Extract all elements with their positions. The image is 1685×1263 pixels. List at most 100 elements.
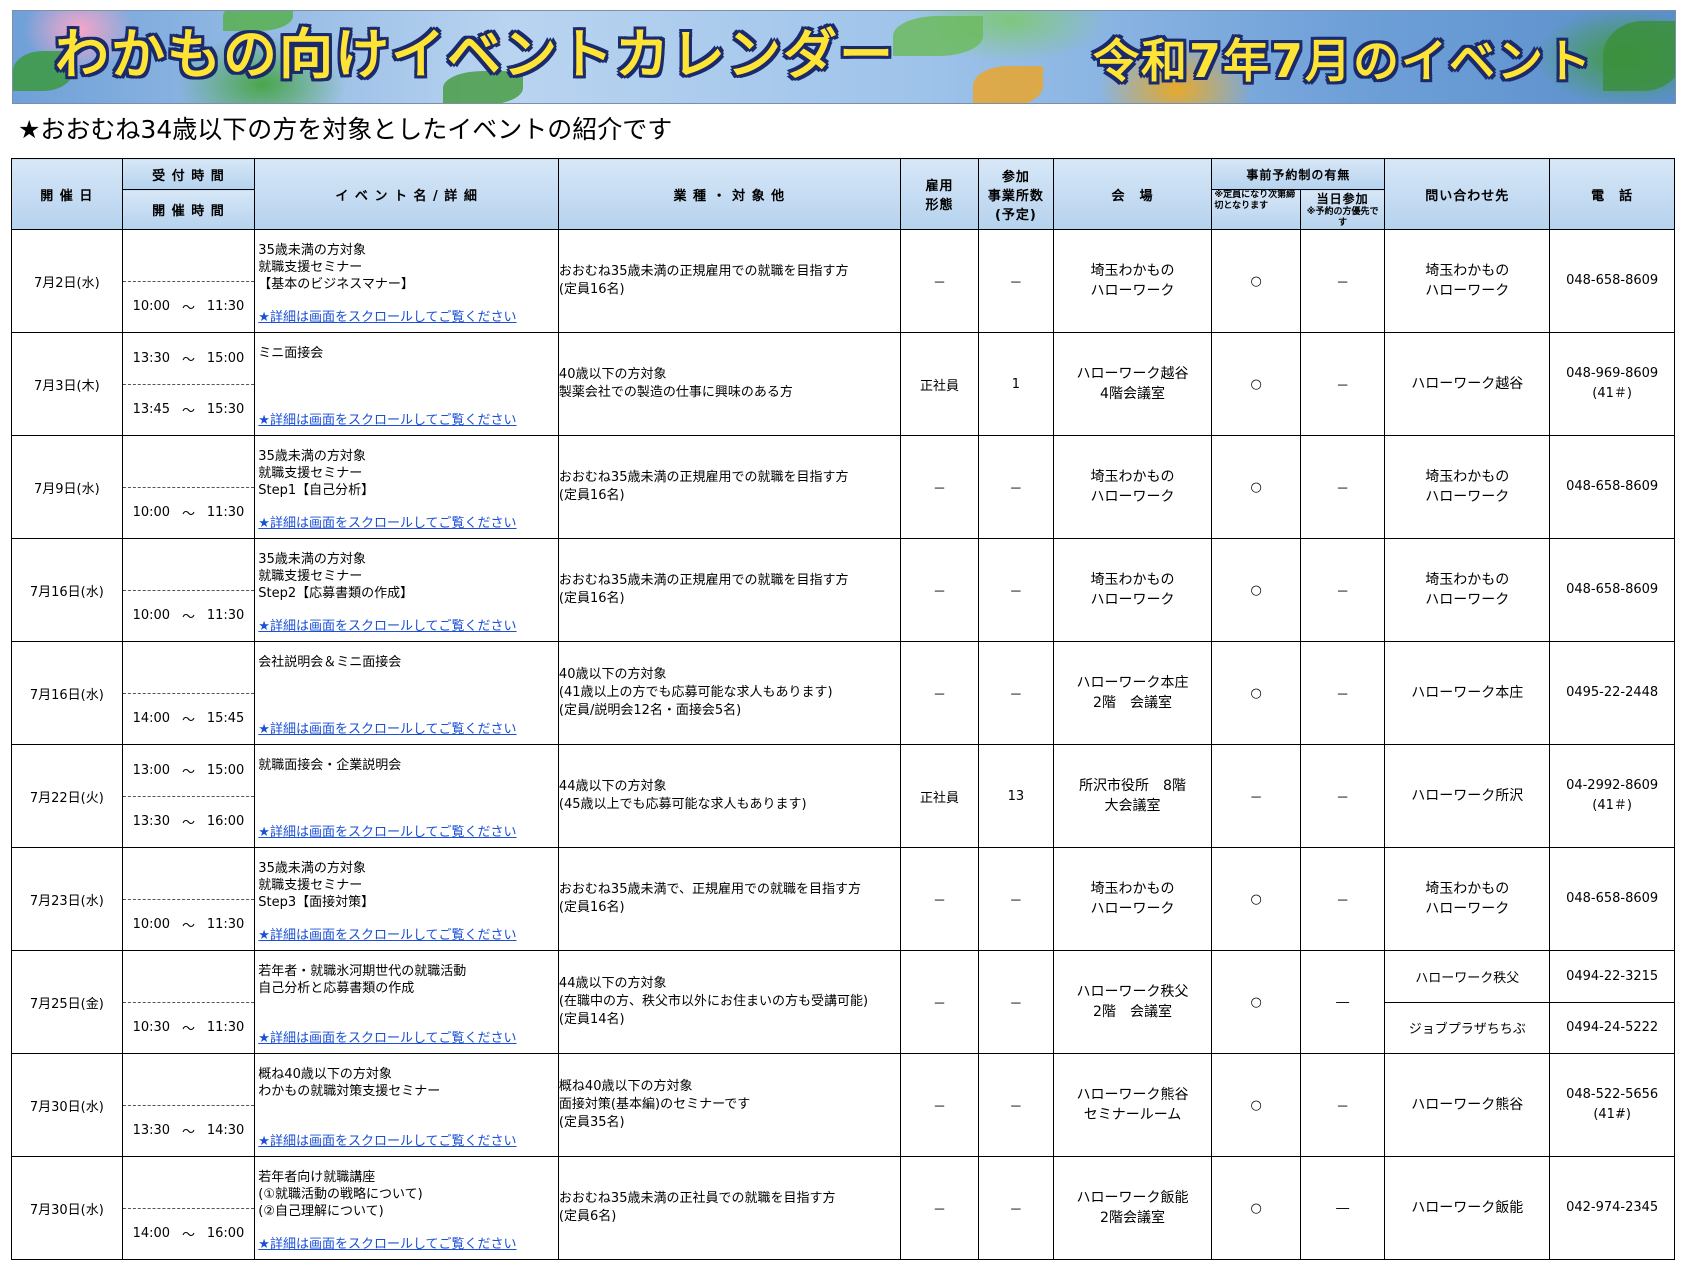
company-count: － [978, 229, 1054, 333]
event-name-line: 会社説明会＆ミニ面接会 [258, 655, 402, 670]
target-line: 44歳以下の方対象 [558, 779, 667, 794]
same-day-participation: － [1299, 229, 1386, 333]
venue-cell: 埼玉わかもの ハローワーク [1052, 229, 1213, 333]
event-name-lines: ミニ面接会 [258, 333, 555, 362]
venue-line: 所沢市役所 8階 [1079, 778, 1186, 794]
times-wrap: 10:00 ～ 11:30 [122, 539, 255, 641]
phone-number: 042-974-2345 [1566, 1200, 1659, 1215]
company-count: 13 [978, 744, 1054, 848]
event-name-line: 35歳未満の方対象 [258, 552, 366, 567]
same-day-participation: － [1299, 538, 1386, 642]
event-tilde: ～ [181, 919, 195, 935]
reservation-required: ○ [1211, 641, 1301, 745]
venue-line: 4階会議室 [1100, 386, 1165, 402]
details-link[interactable]: ★詳細は画面をスクロールしてご覧ください [258, 1236, 516, 1253]
details-link[interactable]: ★詳細は画面をスクロールしてご覧ください [258, 824, 516, 841]
contact-cell: ハローワーク本庄 [1384, 641, 1551, 745]
details-link[interactable]: ★詳細は画面をスクロールしてご覧ください [258, 515, 516, 532]
details-link[interactable]: ★詳細は画面をスクロールしてご覧ください [258, 309, 516, 326]
target-line: 概ね40歳以下の方対象 [558, 1079, 693, 1094]
leaf-decoration [893, 16, 983, 56]
details-link[interactable]: ★詳細は画面をスクロールしてご覧ください [258, 618, 516, 635]
times-wrap: 13:30 ～ 15:00 13:45 ～ 15:30 [122, 333, 255, 436]
event-date: 7月2日(水) [11, 229, 123, 333]
event-time: 13:30 ～ 16:00 [123, 797, 255, 848]
reception-time [122, 1054, 255, 1106]
contact-name: ハローワーク越谷 [1411, 376, 1524, 392]
target-line: (定員6名) [558, 1209, 617, 1224]
event-times: 10:30 ～ 11:30 [121, 950, 256, 1054]
venue-cell: ハローワーク熊谷 セミナールーム [1052, 1053, 1213, 1157]
event-times: 10:00 ～ 11:30 [121, 538, 256, 642]
event-time: 14:00 ～ 16:00 [123, 1209, 255, 1260]
event-times: 14:00 ～ 16:00 [121, 1156, 256, 1260]
venue-cell: 埼玉わかもの ハローワーク [1052, 435, 1213, 539]
header-phone: 電 話 [1549, 158, 1675, 230]
event-date: 7月9日(水) [11, 435, 123, 539]
times-wrap: 14:00 ～ 16:00 [122, 1157, 255, 1260]
event-time: 13:45 ～ 15:30 [123, 385, 255, 436]
event-date: 7月30日(水) [11, 1053, 123, 1157]
details-link[interactable]: ★詳細は画面をスクロールしてご覧ください [258, 412, 516, 429]
contact-cell: 埼玉わかもの ハローワーク [1384, 538, 1551, 642]
phone-cell: 048-658-8609 [1549, 435, 1675, 539]
company-count: 1 [978, 332, 1054, 436]
details-link[interactable]: ★詳細は画面をスクロールしてご覧ください [258, 721, 516, 738]
details-link[interactable]: ★詳細は画面をスクロールしてご覧ください [258, 1030, 516, 1047]
employment-type: － [899, 1053, 980, 1157]
contact-name: 埼玉わかもの [1425, 263, 1510, 279]
contact-name: ハローワーク本庄 [1411, 685, 1524, 701]
contact-name: 埼玉わかもの [1425, 572, 1510, 588]
event-start: 14:00 [132, 1226, 171, 1242]
event-name-line: 若年者向け就職講座 [258, 1170, 376, 1185]
contact-name: ハローワーク熊谷 [1411, 1097, 1524, 1113]
event-name-line: Step1【自己分析】 [258, 483, 375, 498]
event-time: 13:30 ～ 14:30 [123, 1106, 255, 1157]
header-sameday: 当日参加 ※予約の方優先です [1299, 189, 1386, 230]
venue-line: ハローワーク飯能 [1076, 1190, 1189, 1206]
event-tilde: ～ [181, 1228, 195, 1244]
event-end: 11:30 [206, 505, 245, 521]
event-end: 15:30 [206, 402, 245, 418]
target-line: 40歳以下の方対象 [558, 667, 667, 682]
company-count: － [978, 950, 1054, 1054]
venue-line: ハローワーク秩父 [1076, 984, 1189, 1000]
phone-cell: 048-969-8609 (41＃) [1549, 332, 1675, 436]
target-cell: おおむね35歳未満の正社員での就職を目指す方 (定員6名) [557, 1156, 901, 1260]
venue-line: ハローワーク越谷 [1076, 366, 1189, 382]
same-day-participation: － [1299, 1053, 1386, 1157]
times-wrap: 10:30 ～ 11:30 [122, 951, 255, 1053]
header-date: 開 催 日 [11, 158, 123, 230]
target-line: おおむね35歳未満の正規雇用での就職を目指す方 [558, 264, 849, 279]
venue-cell: ハローワーク本庄 2階 会議室 [1052, 641, 1213, 745]
details-link[interactable]: ★詳細は画面をスクロールしてご覧ください [258, 1133, 516, 1150]
phone-number: 0495-22-2448 [1566, 685, 1659, 700]
event-name-line: 就職支援セミナー [258, 260, 363, 275]
event-name-line: (①就職活動の戦略について) [258, 1187, 423, 1202]
event-start: 10:00 [132, 917, 171, 933]
contact-name: ハローワーク [1425, 592, 1510, 608]
event-name-line: 就職支援セミナー [258, 569, 363, 584]
company-count: － [978, 1156, 1054, 1260]
reception-end: 15:00 [206, 762, 245, 778]
event-times: 10:00 ～ 11:30 [121, 847, 256, 951]
event-table: 開 催 日 受 付 時 間 イ ベ ン ト 名 / 詳 細 業 種 ・ 対 象 … [11, 158, 1675, 1260]
header-employment: 雇用 形態 [899, 158, 980, 230]
event-date: 7月16日(水) [11, 538, 123, 642]
details-link[interactable]: ★詳細は画面をスクロールしてご覧ください [258, 927, 516, 944]
target-line: (定員14名) [558, 1012, 625, 1027]
venue-line: 埼玉わかもの [1090, 469, 1175, 485]
event-cell: ミニ面接会 ★詳細は画面をスクロールしてご覧ください [254, 332, 559, 436]
venue-line: 2階 会議室 [1093, 695, 1172, 711]
contact-name: 埼玉わかもの [1425, 469, 1510, 485]
reservation-required: ○ [1211, 435, 1301, 539]
phone-number: 048-658-8609 [1566, 582, 1659, 597]
event-times: 10:00 ～ 11:30 [121, 229, 256, 333]
event-cell: 35歳未満の方対象 就職支援セミナー Step1【自己分析】 ★詳細は画面をスクロール… [254, 435, 559, 539]
employment-type: － [899, 1156, 980, 1260]
reception-time [122, 230, 255, 282]
banner: わかもの向けイベントカレンダー 令和7年7月のイベント [12, 10, 1676, 104]
venue-line: 2階会議室 [1100, 1210, 1165, 1226]
event-start: 10:00 [132, 505, 171, 521]
company-count: － [978, 641, 1054, 745]
